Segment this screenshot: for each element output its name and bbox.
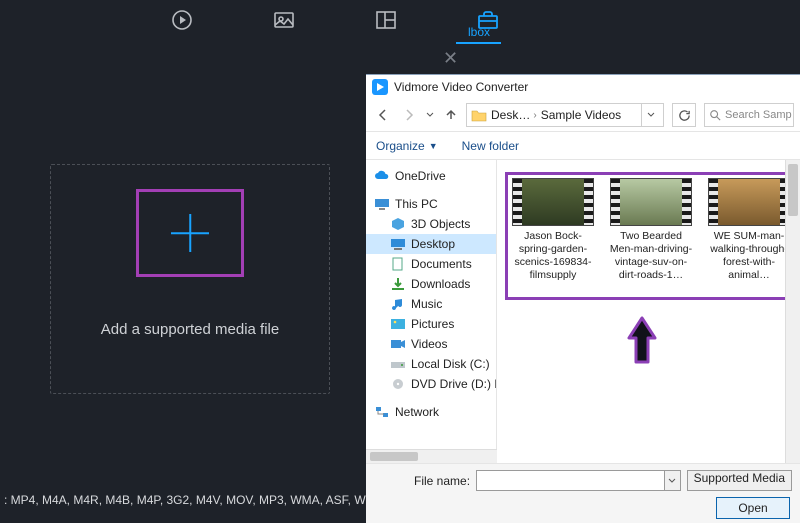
dialog-toolbar: Organize ▼ New folder (366, 132, 800, 160)
new-folder-button[interactable]: New folder (462, 139, 519, 153)
chevron-down-icon[interactable] (424, 104, 436, 126)
tree-documents[interactable]: Documents (366, 254, 496, 274)
new-folder-label: New folder (462, 139, 519, 153)
video-thumbnail (610, 178, 692, 226)
tree-3dobjects[interactable]: 3D Objects (366, 214, 496, 234)
tree-music[interactable]: Music (366, 294, 496, 314)
tree-onedrive[interactable]: OneDrive (366, 166, 496, 186)
tree-dvddrive[interactable]: DVD Drive (D:) P (366, 374, 496, 394)
gallery-scrollbar[interactable] (785, 160, 800, 463)
tree-thispc[interactable]: This PC (366, 194, 496, 214)
app-icon (372, 79, 388, 95)
tree-downloads[interactable]: Downloads (366, 274, 496, 294)
file-item[interactable]: WE SUM-man-walking-through-forest-with-a… (707, 178, 791, 283)
cloud-icon (374, 169, 390, 183)
folder-icon (471, 108, 487, 122)
music-icon (390, 297, 406, 311)
disc-icon (390, 377, 406, 391)
organize-menu[interactable]: Organize ▼ (376, 139, 438, 153)
search-input[interactable]: Search Samp (704, 103, 794, 127)
dialog-body: OneDrive This PC 3D Objects Desktop Docu… (366, 160, 800, 463)
open-button[interactable]: Open (716, 497, 790, 519)
dropzone-caption: Add a supported media file (101, 321, 279, 338)
file-item[interactable]: Two Bearded Men-man-driving-vintage-suv-… (609, 178, 693, 283)
tree-scrollbar[interactable] (366, 449, 497, 463)
tree-videos[interactable]: Videos (366, 334, 496, 354)
network-icon (374, 405, 390, 419)
active-tab-underline (456, 42, 501, 44)
file-item[interactable]: Jason Bock-spring-garden-scenics-169834-… (511, 178, 595, 283)
search-icon (709, 109, 721, 121)
drive-icon (390, 357, 406, 371)
nav-back-button[interactable] (372, 104, 394, 126)
search-placeholder: Search Samp (725, 109, 792, 121)
plus-icon (165, 208, 215, 258)
file-label: Two Bearded Men-man-driving-vintage-suv-… (609, 230, 693, 283)
converter-icon[interactable] (170, 8, 194, 32)
dialog-footer: File name: Supported Media Open (366, 463, 800, 523)
tree-desktop[interactable]: Desktop (366, 234, 496, 254)
address-path[interactable]: Desk…› Sample Videos (466, 103, 664, 127)
add-media-dropzone[interactable]: Add a supported media file (50, 164, 330, 394)
file-name-label: File name: (414, 474, 470, 488)
tree-pictures[interactable]: Pictures (366, 314, 496, 334)
breadcrumb-seg2[interactable]: Sample Videos (541, 108, 622, 122)
file-label: Jason Bock-spring-garden-scenics-169834-… (511, 230, 595, 283)
nav-up-button[interactable] (440, 104, 462, 126)
app-topnav (0, 0, 800, 40)
chevron-right-icon: › (533, 110, 536, 121)
desktop-icon (390, 237, 406, 251)
video-thumbnail (512, 178, 594, 226)
downloads-icon (390, 277, 406, 291)
add-media-plus-box[interactable] (136, 189, 244, 277)
video-thumbnail (708, 178, 790, 226)
tree-localdisk[interactable]: Local Disk (C:) (366, 354, 496, 374)
collage-icon[interactable] (272, 8, 296, 32)
dialog-titlebar: Vidmore Video Converter (366, 75, 800, 99)
layout-icon[interactable] (374, 8, 398, 32)
pictures-icon (390, 317, 406, 331)
videos-icon (390, 337, 406, 351)
file-gallery: Jason Bock-spring-garden-scenics-169834-… (497, 160, 800, 463)
close-icon[interactable]: ✕ (443, 48, 458, 69)
documents-icon (390, 257, 406, 271)
address-dropdown[interactable] (641, 104, 659, 126)
file-name-input[interactable] (476, 470, 665, 491)
tree-network[interactable]: Network (366, 402, 496, 422)
cube-icon (390, 217, 406, 231)
breadcrumb-seg1[interactable]: Desk… (491, 108, 530, 122)
file-label: WE SUM-man-walking-through-forest-with-a… (707, 230, 791, 283)
file-open-dialog: Vidmore Video Converter Desk…› Sample Vi… (366, 74, 800, 523)
pc-icon (374, 197, 390, 211)
annotation-arrow (623, 310, 661, 371)
folder-tree: OneDrive This PC 3D Objects Desktop Docu… (366, 160, 497, 449)
chevron-down-icon: ▼ (429, 141, 438, 151)
nav-forward-button[interactable] (398, 104, 420, 126)
dialog-address-bar: Desk…› Sample Videos Search Samp (366, 99, 800, 132)
refresh-button[interactable] (672, 103, 696, 127)
filename-dropdown[interactable] (665, 470, 681, 491)
dialog-title: Vidmore Video Converter (394, 80, 528, 94)
file-type-filter[interactable]: Supported Media (687, 470, 792, 491)
organize-label: Organize (376, 139, 425, 153)
toolbox-label[interactable]: lbox (468, 25, 490, 39)
supported-formats-text: : MP4, M4A, M4R, M4B, M4P, 3G2, M4V, MOV… (4, 493, 386, 507)
